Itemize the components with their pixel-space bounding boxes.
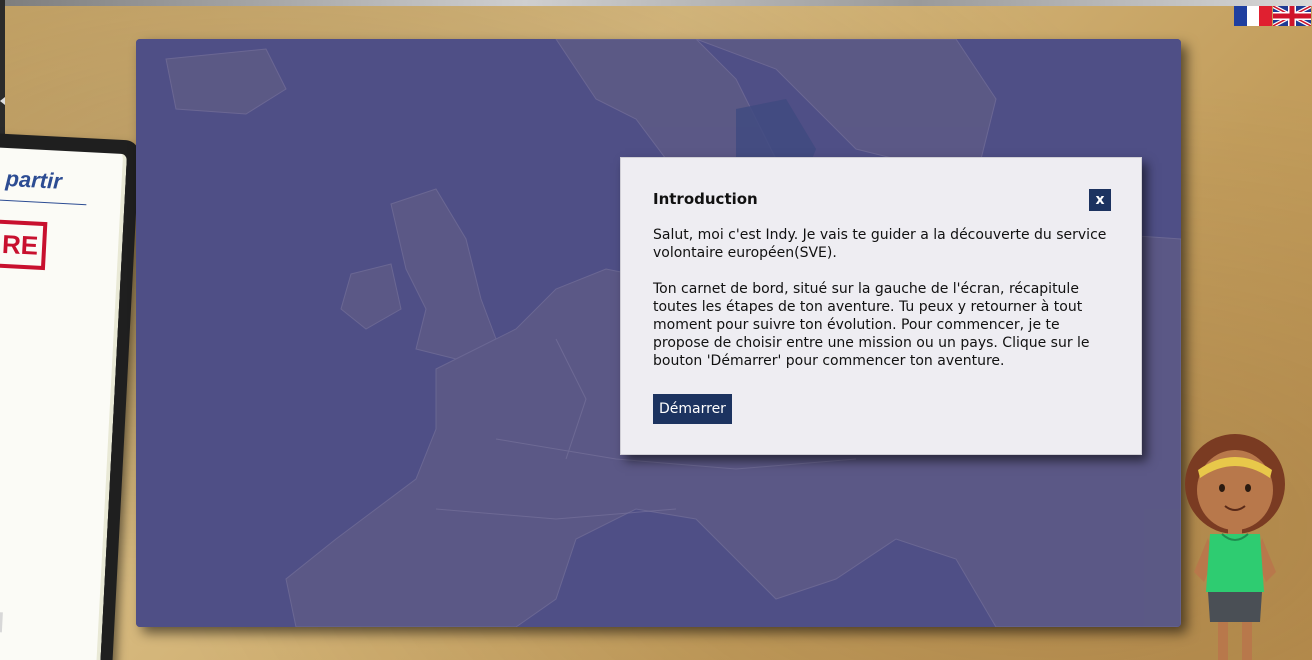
notebook-page: partir RE 1 bbox=[0, 146, 128, 660]
flag-fr-red bbox=[1259, 6, 1273, 26]
flag-fr-button[interactable] bbox=[1234, 6, 1273, 26]
notebook[interactable]: partir RE 1 bbox=[0, 132, 140, 660]
flag-fr-blue bbox=[1234, 6, 1247, 26]
indy-character-icon bbox=[1185, 434, 1285, 660]
dialog-paragraph: Ton carnet de bord, situé sur la gauche … bbox=[653, 281, 1090, 369]
dialog-paragraph: Salut, moi c'est Indy. Je vais te guider… bbox=[653, 227, 1107, 261]
flag-uk-icon bbox=[1273, 6, 1311, 26]
dialog-body: Salut, moi c'est Indy. Je vais te guider… bbox=[653, 226, 1115, 370]
dialog-title: Introduction bbox=[653, 190, 758, 208]
intro-dialog: Introduction x Salut, moi c'est Indy. Je… bbox=[620, 157, 1142, 455]
close-button[interactable]: x bbox=[1089, 189, 1111, 211]
left-arrow-icon[interactable] bbox=[0, 97, 5, 105]
notebook-title: partir bbox=[4, 165, 63, 194]
indy-avatar bbox=[1180, 432, 1290, 660]
notebook-divider bbox=[0, 198, 87, 206]
start-button[interactable]: Démarrer bbox=[653, 394, 732, 424]
notebook-stamp: RE bbox=[0, 218, 48, 271]
flag-uk-button[interactable] bbox=[1273, 6, 1311, 26]
top-strip bbox=[0, 0, 1312, 6]
flag-fr-white bbox=[1246, 6, 1260, 26]
notebook-page-number[interactable]: 1 bbox=[0, 611, 3, 633]
